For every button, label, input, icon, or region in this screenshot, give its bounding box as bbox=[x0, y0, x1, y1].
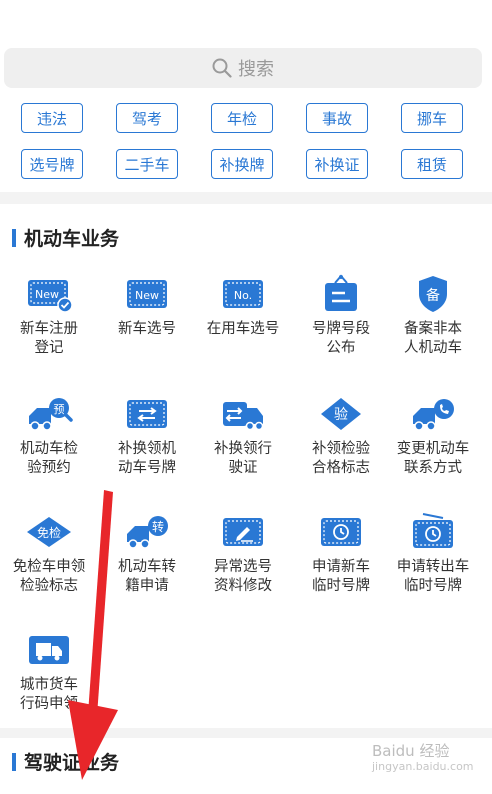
shield-icon: 备 bbox=[409, 274, 457, 314]
chip-select-plate[interactable]: 选号牌 bbox=[21, 149, 83, 179]
inspection-badge-icon: 验 bbox=[317, 394, 365, 434]
section-title-motor: 机动车业务 bbox=[12, 224, 119, 251]
service-label: 补换领行 bbox=[214, 441, 272, 457]
service-change-contact[interactable]: 变更机动车 联系方式 bbox=[384, 394, 482, 478]
service-label: 公布 bbox=[326, 340, 356, 356]
section-title-license: 驾驶证业务 bbox=[12, 748, 119, 775]
city-truck-icon bbox=[25, 630, 73, 670]
shield-tag: 备 bbox=[426, 287, 440, 304]
section-title-text: 机动车业务 bbox=[24, 228, 120, 250]
service-label: 联系方式 bbox=[404, 460, 462, 476]
service-plate-segment[interactable]: 号牌号段 公布 bbox=[292, 274, 390, 358]
service-label: 申请新车 bbox=[312, 559, 370, 575]
service-label: 资料修改 bbox=[214, 578, 272, 594]
badge-tag: 免检 bbox=[37, 525, 61, 540]
service-label: 籍申请 bbox=[125, 578, 169, 594]
service-label: 动车号牌 bbox=[118, 460, 176, 476]
chip-violation[interactable]: 违法 bbox=[21, 103, 83, 133]
service-register-non-owner[interactable]: 备 备案非本人机动车 bbox=[384, 274, 482, 358]
section-bar bbox=[12, 752, 16, 771]
chip-replace-plate[interactable]: 补换牌 bbox=[211, 149, 273, 179]
service-transfer-registry[interactable]: 转 机动车转籍申请 bbox=[98, 512, 196, 596]
truck-phone-icon bbox=[409, 394, 457, 434]
temp-plate-clock-icon bbox=[317, 512, 365, 552]
status-area bbox=[0, 0, 492, 44]
service-label: 行码申领 bbox=[20, 696, 78, 712]
badge-tag: 验 bbox=[334, 407, 348, 423]
chip-annual-inspection[interactable]: 年检 bbox=[211, 103, 273, 133]
service-label: 新车注册 bbox=[20, 321, 78, 337]
service-label: 申请转出车 bbox=[396, 559, 470, 575]
plate-swap-icon bbox=[123, 394, 171, 434]
service-new-car-registration[interactable]: New 新车注册登记 bbox=[0, 274, 98, 358]
service-label: 在用车选号 bbox=[206, 321, 280, 337]
service-inspection-mark[interactable]: 验 补领检验合格标志 bbox=[292, 394, 390, 478]
service-label: 异常选号 bbox=[214, 559, 272, 575]
section-title-text: 驾驶证业务 bbox=[24, 752, 120, 774]
service-label: 变更机动车 bbox=[396, 441, 470, 457]
service-label: 新车选号 bbox=[118, 321, 176, 337]
chip-driving-test[interactable]: 驾考 bbox=[116, 103, 178, 133]
service-label: 机动车检 bbox=[20, 441, 78, 457]
service-new-car-temp-plate[interactable]: 申请新车 临时号牌 bbox=[292, 512, 390, 596]
notice-board-icon bbox=[317, 274, 365, 314]
service-replace-plate[interactable]: 补换领机 动车号牌 bbox=[98, 394, 196, 478]
service-label: 临时号牌 bbox=[312, 578, 370, 594]
plate-tag: New bbox=[35, 288, 59, 301]
service-in-use-number[interactable]: No. 在用车选号 bbox=[194, 274, 292, 339]
service-label: 合格标志 bbox=[312, 460, 370, 476]
divider bbox=[0, 192, 492, 204]
service-replace-driving-license[interactable]: 补换领行 驶证 bbox=[194, 394, 292, 478]
search-icon bbox=[212, 58, 232, 78]
service-label: 人机动车 bbox=[404, 340, 462, 356]
search-placeholder: 搜索 bbox=[238, 59, 274, 80]
license-swap-icon bbox=[219, 394, 267, 434]
service-label: 补领检验 bbox=[312, 441, 370, 457]
chip-rental[interactable]: 租赁 bbox=[401, 149, 463, 179]
service-abnormal-number-edit[interactable]: 异常选号 资料修改 bbox=[194, 512, 292, 596]
service-label: 机动车转 bbox=[118, 559, 176, 575]
truck-tag: 转 bbox=[152, 519, 164, 534]
chip-used-car[interactable]: 二手车 bbox=[116, 149, 178, 179]
chip-accident[interactable]: 事故 bbox=[306, 103, 368, 133]
service-exempt-mark[interactable]: 免检 免检车申领检验标志 bbox=[0, 512, 98, 596]
watermark-url: jingyan.baidu.com bbox=[372, 760, 474, 773]
search-bar[interactable]: 搜索 bbox=[4, 48, 482, 88]
service-label: 驶证 bbox=[228, 460, 258, 476]
new-plate-check-icon: New bbox=[25, 274, 73, 314]
service-label: 备案非本 bbox=[404, 321, 462, 337]
service-transfer-out-temp-plate[interactable]: 申请转出车 临时号牌 bbox=[384, 512, 482, 596]
exempt-badge-icon: 免检 bbox=[25, 512, 73, 552]
number-plate-icon: No. bbox=[219, 274, 267, 314]
service-label: 城市货车 bbox=[20, 677, 78, 693]
plate-tag: New bbox=[135, 289, 159, 302]
service-label: 登记 bbox=[34, 340, 64, 356]
divider bbox=[0, 728, 492, 738]
section-bar bbox=[12, 228, 16, 247]
service-new-car-number[interactable]: New 新车选号 bbox=[98, 274, 196, 339]
chip-move-car[interactable]: 挪车 bbox=[401, 103, 463, 133]
new-plate-icon: New bbox=[123, 274, 171, 314]
service-label: 验预约 bbox=[27, 460, 71, 476]
plate-tag: No. bbox=[234, 289, 252, 302]
chip-replace-license[interactable]: 补换证 bbox=[306, 149, 368, 179]
service-label: 临时号牌 bbox=[404, 578, 462, 594]
temp-plate-radio-icon bbox=[409, 512, 457, 552]
service-label: 号牌号段 bbox=[312, 321, 370, 337]
service-inspection-booking[interactable]: 预 机动车检验预约 bbox=[0, 394, 98, 478]
service-city-truck-pass[interactable]: 城市货车 行码申领 bbox=[0, 630, 98, 714]
edit-card-icon bbox=[219, 512, 267, 552]
service-label: 检验标志 bbox=[20, 578, 78, 594]
truck-tag: 预 bbox=[54, 403, 65, 416]
service-label: 免检车申领 bbox=[12, 559, 86, 575]
truck-search-icon: 预 bbox=[25, 394, 73, 434]
truck-transfer-icon: 转 bbox=[123, 512, 171, 552]
service-label: 补换领机 bbox=[118, 441, 176, 457]
watermark-brand: Baidu 经验 bbox=[372, 742, 450, 760]
